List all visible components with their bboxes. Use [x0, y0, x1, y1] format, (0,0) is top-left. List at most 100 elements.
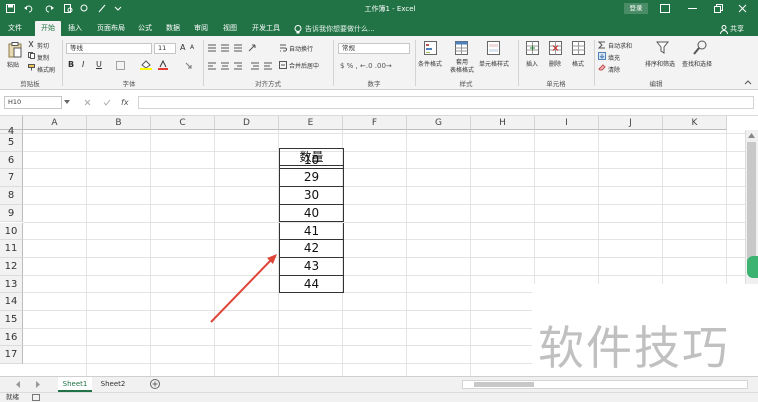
touch-mode-icon[interactable]: [80, 4, 89, 13]
quantity-cell[interactable]: 42: [279, 240, 344, 258]
scroll-sheets-right-icon[interactable]: [36, 381, 41, 388]
row-header-10[interactable]: 10: [0, 222, 23, 241]
row-header-7[interactable]: 7: [0, 169, 23, 188]
underline-button[interactable]: U: [96, 60, 102, 69]
merge-center-button[interactable]: 合并后居中: [289, 61, 319, 70]
row-header-13[interactable]: 13: [0, 275, 23, 294]
tab-page-layout[interactable]: 页面布局: [92, 21, 130, 36]
borders-icon[interactable]: [116, 61, 126, 70]
tab-developer[interactable]: 开发工具: [247, 21, 285, 36]
name-box[interactable]: H10: [4, 96, 62, 109]
column-header-i[interactable]: I: [535, 116, 599, 130]
shrink-font-button[interactable]: A: [190, 44, 194, 51]
minimize-icon[interactable]: [688, 8, 697, 10]
format-painter-button[interactable]: 格式刷: [37, 65, 55, 74]
column-header-c[interactable]: C: [151, 116, 215, 130]
italic-button[interactable]: I: [82, 60, 84, 69]
column-header-k[interactable]: K: [663, 116, 727, 130]
paste-icon[interactable]: [8, 42, 22, 58]
row-header-16[interactable]: 16: [0, 328, 23, 347]
sort-filter-button[interactable]: 排序和筛选: [645, 59, 675, 68]
sort-filter-icon[interactable]: [656, 41, 670, 55]
insert-cells-button[interactable]: 插入: [526, 59, 538, 68]
name-box-dropdown-icon[interactable]: [64, 100, 70, 105]
macro-record-icon[interactable]: [32, 394, 40, 401]
quantity-cell[interactable]: 44: [279, 275, 344, 294]
row-header-11[interactable]: 11: [0, 240, 23, 258]
wrap-text-button[interactable]: 自动换行: [289, 44, 313, 53]
find-select-icon[interactable]: [693, 40, 707, 55]
customize-toolbar-icon[interactable]: [114, 4, 123, 13]
row-header-14[interactable]: 14: [0, 293, 23, 311]
format-icon[interactable]: [98, 4, 107, 13]
format-cells-icon[interactable]: [572, 41, 585, 55]
fill-button[interactable]: 填充: [608, 53, 620, 62]
column-header-a[interactable]: A: [23, 116, 87, 130]
restore-icon[interactable]: [714, 4, 723, 13]
conditional-format-button[interactable]: 条件格式: [418, 59, 442, 68]
quantity-cell[interactable]: 30: [279, 187, 344, 205]
ribbon-display-icon[interactable]: [660, 4, 670, 13]
row-header-9[interactable]: 9: [0, 204, 23, 223]
font-color-icon[interactable]: [158, 60, 168, 70]
font-settings-launcher-icon[interactable]: [185, 62, 193, 69]
print-preview-icon[interactable]: [64, 4, 73, 13]
row-header-8[interactable]: 8: [0, 187, 23, 205]
column-header-e[interactable]: E: [279, 116, 343, 130]
row-header-17[interactable]: 17: [0, 346, 23, 365]
sheet-tab-sheet1[interactable]: Sheet1: [58, 377, 92, 392]
clear-button[interactable]: 清除: [608, 65, 620, 74]
fill-color-icon[interactable]: [140, 60, 152, 70]
save-icon[interactable]: [6, 4, 15, 13]
find-select-button[interactable]: 查找和选择: [682, 59, 712, 68]
worksheet-grid[interactable]: ABCDEFGHIJK 4 5 6 7 8 9 10 11 12 13 14 15 16 17 数量 10…: [0, 116, 758, 376]
vertical-scroll-thumb[interactable]: [747, 142, 756, 272]
column-header-j[interactable]: J: [599, 116, 663, 130]
format-table-button[interactable]: 套用 表格格式: [449, 59, 475, 75]
vertical-align-icons[interactable]: [207, 44, 267, 52]
delete-cells-button[interactable]: 删除: [549, 59, 561, 68]
share-button[interactable]: 共享: [730, 24, 752, 34]
tell-me-search[interactable]: 告诉我你想要做什么...: [305, 24, 425, 34]
delete-cells-icon[interactable]: [549, 41, 562, 55]
tab-data[interactable]: 数据: [162, 21, 184, 36]
insert-function-button[interactable]: fx: [121, 98, 135, 107]
cut-button[interactable]: 剪切: [37, 41, 49, 50]
formula-input[interactable]: [138, 96, 754, 109]
row-header-12[interactable]: 12: [0, 257, 23, 276]
column-header-b[interactable]: B: [87, 116, 151, 130]
tab-formulas[interactable]: 公式: [134, 21, 156, 36]
confirm-entry-icon[interactable]: [103, 99, 111, 106]
number-format-box[interactable]: 常规: [338, 43, 410, 54]
cell-styles-icon[interactable]: [487, 41, 500, 55]
collapse-ribbon-icon[interactable]: [744, 79, 752, 85]
horizontal-align-icons[interactable]: [207, 62, 273, 70]
scroll-up-icon[interactable]: [748, 133, 755, 138]
number-format-icons[interactable]: $ % , ←.0 .00→: [340, 61, 410, 70]
cell-styles-button[interactable]: 单元格样式: [479, 59, 509, 68]
tab-view[interactable]: 视图: [219, 21, 241, 36]
font-size-box[interactable]: 11: [154, 43, 176, 54]
copy-button[interactable]: 复制: [37, 53, 49, 62]
cancel-entry-icon[interactable]: [84, 99, 91, 106]
format-table-icon[interactable]: [455, 41, 468, 55]
quantity-cell[interactable]: 29: [279, 169, 344, 188]
font-name-box[interactable]: 等线: [66, 43, 152, 54]
tab-file[interactable]: 文件: [4, 21, 26, 36]
redo-icon[interactable]: [44, 4, 54, 13]
conditional-format-icon[interactable]: [424, 41, 437, 55]
bold-button[interactable]: B: [68, 60, 74, 69]
horizontal-scroll-thumb[interactable]: [474, 382, 534, 387]
row-header-6[interactable]: 6: [0, 151, 23, 170]
scroll-sheets-left-icon[interactable]: [16, 381, 21, 388]
quantity-cell[interactable]: 40: [279, 204, 344, 223]
tab-review[interactable]: 审阅: [190, 21, 212, 36]
column-header-h[interactable]: H: [471, 116, 535, 130]
column-header-d[interactable]: D: [215, 116, 279, 130]
quantity-cell[interactable]: 41: [279, 222, 344, 241]
format-cells-button[interactable]: 格式: [572, 59, 584, 68]
insert-cells-icon[interactable]: [526, 41, 539, 55]
close-icon[interactable]: [738, 4, 747, 13]
grow-font-button[interactable]: A: [180, 43, 185, 52]
side-widget[interactable]: [747, 256, 758, 278]
